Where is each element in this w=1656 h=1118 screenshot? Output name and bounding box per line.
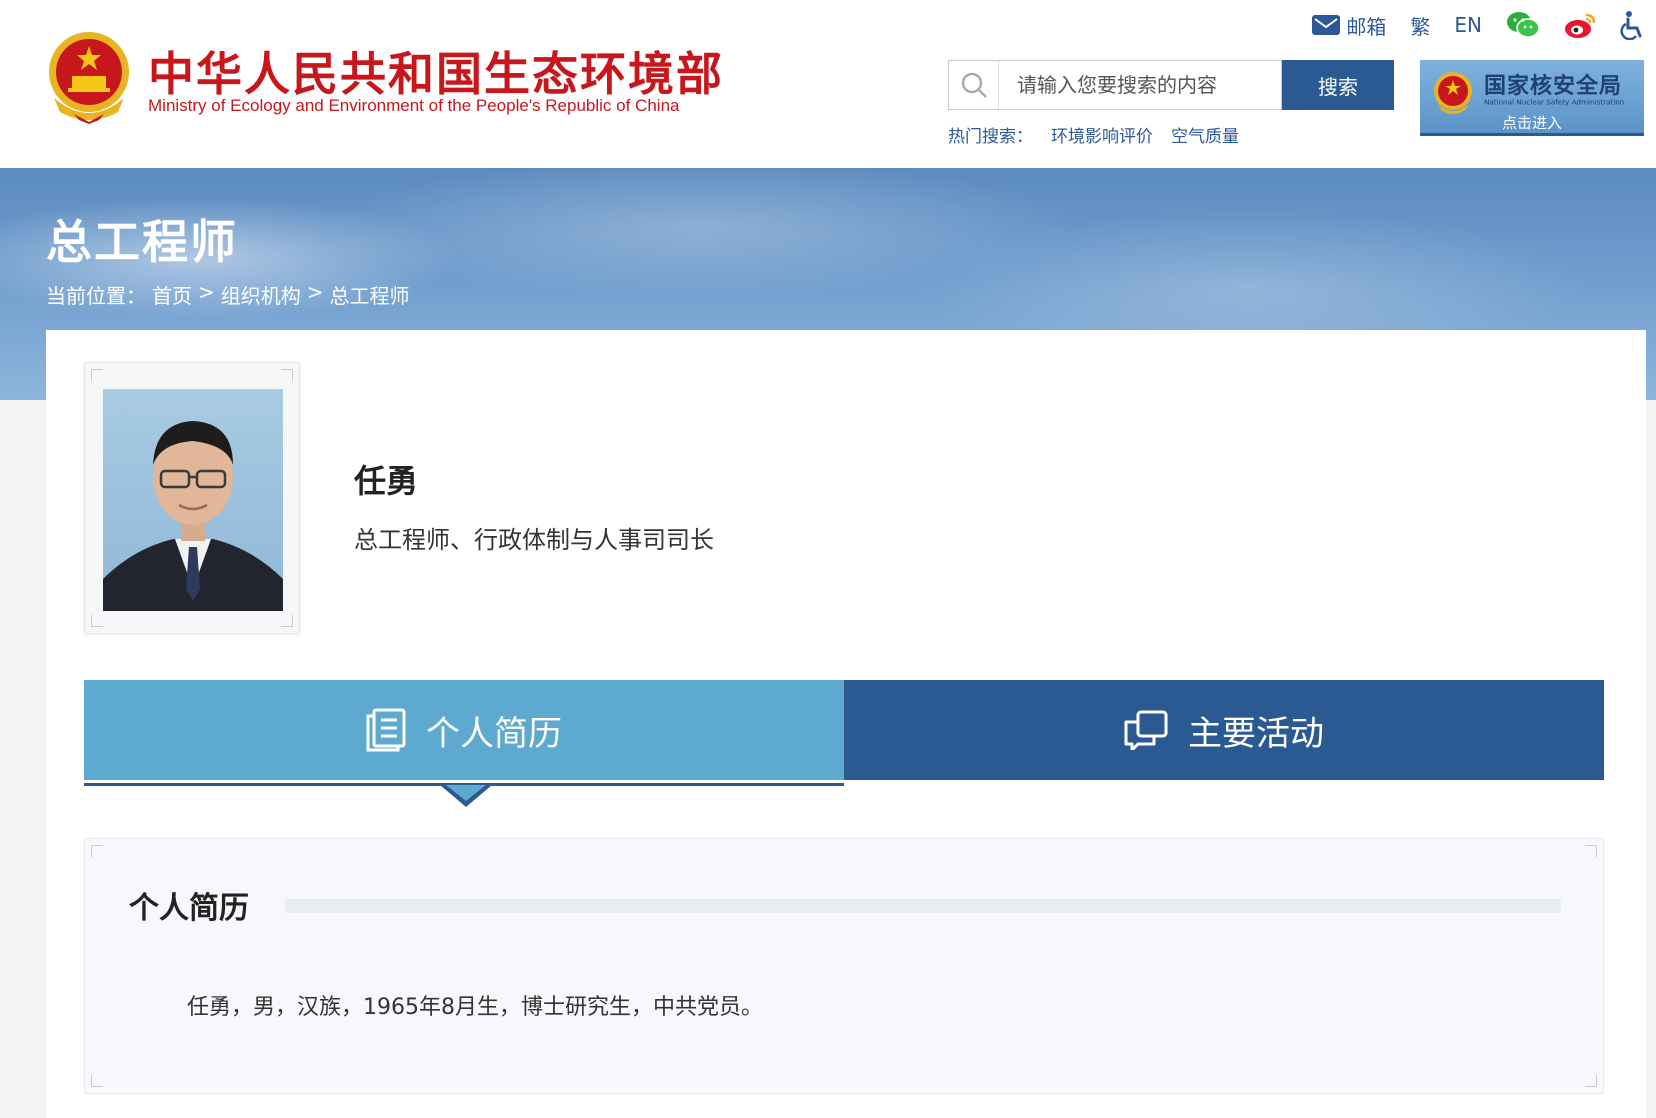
breadcrumb-separator: > (198, 280, 215, 304)
search-icon (949, 61, 999, 109)
mail-link[interactable]: 邮箱 (1312, 11, 1386, 40)
nsa-title: 国家核安全局 (1484, 74, 1623, 99)
frame-corner (1585, 1075, 1597, 1087)
bio-heading: 个人简历 (129, 891, 249, 926)
bio-text: 任勇，男，汉族，1965年8月生，博士研究生，中共党员。 (187, 995, 763, 1020)
site-title[interactable]: 中华人民共和国生态环境部 (148, 38, 724, 104)
chat-icon (1124, 710, 1168, 750)
page-title: 总工程师 (46, 215, 238, 269)
breadcrumb-home[interactable]: 首页 (152, 280, 192, 309)
breadcrumb-organization[interactable]: 组织机构 (221, 280, 301, 309)
mail-label: 邮箱 (1346, 14, 1387, 39)
breadcrumb: 当前位置： 首页 > 组织机构 > 总工程师 (46, 280, 410, 309)
frame-corner (91, 1075, 103, 1087)
frame-corner (91, 615, 103, 627)
breadcrumb-current[interactable]: 总工程师 (330, 280, 410, 309)
tab-activities[interactable]: 主要活动 (844, 680, 1604, 780)
nsa-entry-banner[interactable]: 国家核安全局 National Nuclear Safety Administr… (1420, 60, 1644, 136)
mail-icon (1312, 15, 1341, 35)
top-links: 邮箱 繁 EN (1312, 10, 1646, 40)
frame-corner (281, 615, 293, 627)
accessibility-icon[interactable] (1620, 10, 1646, 40)
person-name: 任勇 (354, 462, 419, 500)
breadcrumb-label: 当前位置： (46, 284, 146, 308)
hot-search-keyword[interactable]: 空气质量 (1171, 122, 1239, 147)
site-subtitle-en: Ministry of Ecology and Environment of t… (148, 96, 680, 115)
portrait-illustration (103, 421, 283, 611)
search-box (948, 60, 1282, 110)
frame-corner (281, 369, 293, 381)
frame-corner (1585, 845, 1597, 857)
hot-search-label: 热门搜索： (948, 127, 1033, 147)
person-position: 总工程师、行政体制与人事司司长 (354, 526, 714, 554)
tab-resume[interactable]: 个人简历 (84, 680, 844, 780)
nsa-emblem-icon (1434, 72, 1472, 114)
bio-panel: 个人简历 任勇，男，汉族，1965年8月生，博士研究生，中共党员。 (84, 838, 1604, 1094)
tab-activities-label: 主要活动 (1188, 713, 1324, 754)
hot-search: 热门搜索： 环境影响评价 空气质量 (948, 122, 1239, 147)
portrait-frame (84, 362, 300, 634)
traditional-chinese-link[interactable]: 繁 (1410, 11, 1430, 40)
wechat-icon[interactable] (1506, 11, 1540, 39)
breadcrumb-separator: > (306, 280, 324, 304)
bio-heading-rule (285, 899, 1561, 913)
frame-corner (91, 369, 103, 381)
active-tab-arrow-inner (446, 785, 486, 801)
nsa-subtitle-en: National Nuclear Safety Administration (1484, 98, 1625, 107)
main-content: 任勇 总工程师、行政体制与人事司司长 个人简历 主要活动 个人简历 任勇，男，汉… (46, 330, 1646, 1118)
english-link[interactable]: EN (1454, 13, 1482, 37)
site-header: 中华人民共和国生态环境部 Ministry of Ecology and Env… (0, 0, 1656, 168)
profile-tabs: 个人简历 主要活动 (84, 680, 1604, 780)
hot-search-keyword[interactable]: 环境影响评价 (1051, 122, 1153, 147)
document-icon (366, 708, 406, 752)
search-button[interactable]: 搜索 (1282, 60, 1394, 110)
search-input[interactable] (999, 62, 1281, 108)
portrait-photo (103, 389, 283, 611)
weibo-icon[interactable] (1564, 11, 1596, 39)
national-emblem-icon[interactable] (44, 28, 134, 124)
nsa-enter-label: 点击进入 (1501, 114, 1562, 132)
tab-resume-label: 个人简历 (426, 713, 562, 754)
frame-corner (91, 845, 103, 857)
